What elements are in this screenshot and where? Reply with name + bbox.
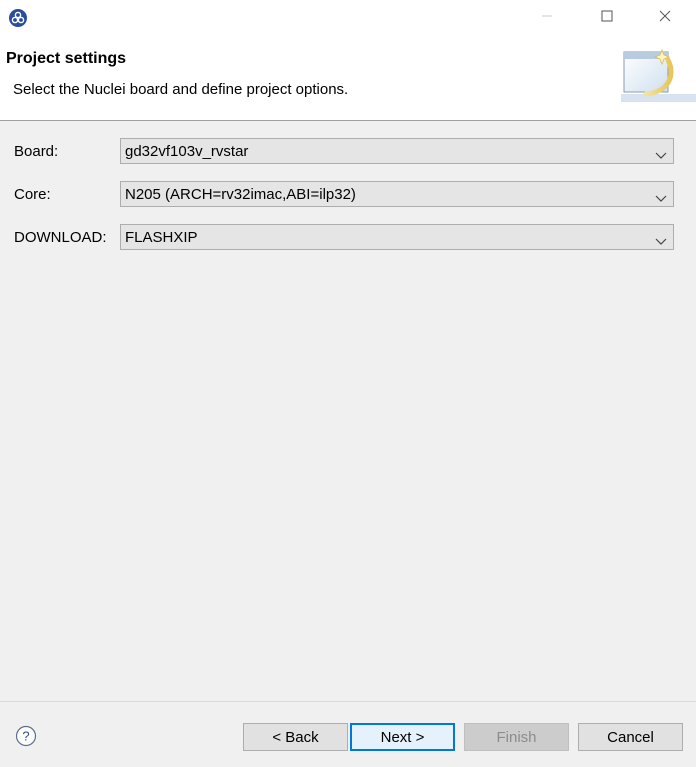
chevron-down-icon [655,233,667,245]
footer-divider [0,701,696,702]
finish-button[interactable]: Finish [464,723,569,751]
page-description: Select the Nuclei board and define proje… [13,81,349,98]
project-settings-dialog: Project settings Select the Nuclei board… [0,0,696,767]
svg-text:?: ? [22,729,29,744]
wizard-header: Project settings Select the Nuclei board… [0,36,696,121]
title-bar [0,0,696,36]
close-button[interactable] [642,0,688,36]
download-label: DOWNLOAD: [14,229,107,246]
board-row: Board: gd32vf103v_rvstar [0,138,696,166]
board-label: Board: [14,143,59,160]
board-value: gd32vf103v_rvstar [125,143,249,160]
core-row: Core: N205 (ARCH=rv32imac,ABI=ilp32) [0,181,696,209]
next-button[interactable]: Next > [350,723,455,751]
maximize-button[interactable] [584,0,630,36]
chevron-down-icon [655,147,667,159]
nuclei-app-icon [8,8,28,28]
minimize-icon [541,9,553,27]
chevron-down-icon [655,190,667,202]
core-value: N205 (ARCH=rv32imac,ABI=ilp32) [125,186,356,203]
download-select[interactable]: FLASHXIP [120,224,674,250]
help-icon[interactable]: ? [15,725,37,747]
wizard-banner-icon [618,46,696,106]
minimize-button[interactable] [524,0,570,36]
close-icon [659,9,671,27]
page-title: Project settings [6,50,127,67]
cancel-button[interactable]: Cancel [578,723,683,751]
back-button[interactable]: < Back [243,723,348,751]
download-value: FLASHXIP [125,229,198,246]
core-label: Core: [14,186,51,203]
core-select[interactable]: N205 (ARCH=rv32imac,ABI=ilp32) [120,181,674,207]
board-select[interactable]: gd32vf103v_rvstar [120,138,674,164]
maximize-icon [601,9,613,27]
download-row: DOWNLOAD: FLASHXIP [0,224,696,252]
